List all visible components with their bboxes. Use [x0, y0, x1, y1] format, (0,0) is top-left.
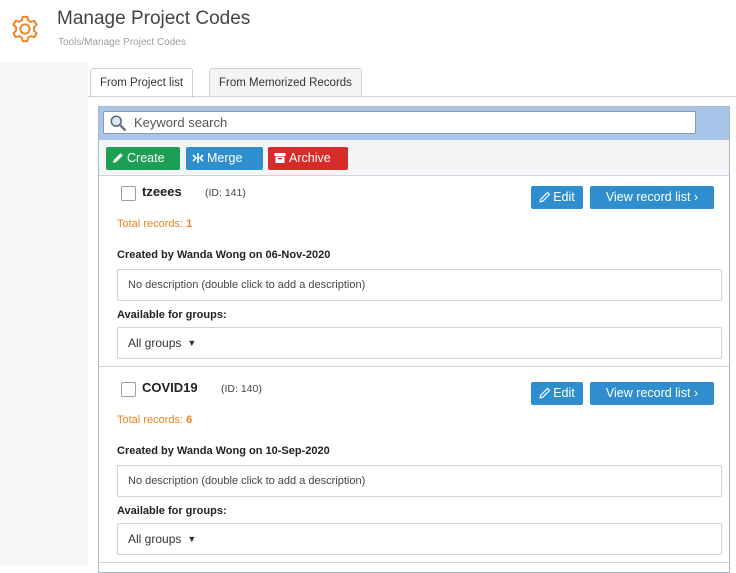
- page-title: Manage Project Codes: [57, 8, 251, 29]
- project-record: tzeees (ID: 141) Edit View record list ›…: [99, 176, 729, 367]
- pencil-icon: [113, 153, 123, 163]
- groups-dropdown-value: All groups: [128, 336, 182, 350]
- edit-button[interactable]: Edit: [531, 186, 583, 209]
- pencil-icon: [539, 387, 551, 399]
- breadcrumb[interactable]: Tools/Manage Project Codes: [58, 37, 186, 48]
- record-checkbox[interactable]: [121, 382, 136, 397]
- merge-button[interactable]: Merge: [186, 147, 263, 170]
- project-codes-panel: Create Merge Archive tzeees (ID: 141) Ed…: [98, 106, 730, 573]
- total-records-count: 6: [186, 414, 193, 426]
- total-records-count: 1: [186, 218, 193, 230]
- tab-divider: [88, 96, 736, 97]
- total-records: Total records: 6: [117, 414, 192, 426]
- view-record-list-label: View record list: [605, 190, 691, 204]
- archive-icon: [274, 153, 286, 163]
- groups-dropdown-value: All groups: [128, 532, 182, 546]
- groups-label: Available for groups:: [117, 309, 227, 321]
- groups-dropdown[interactable]: All groups ▼: [117, 523, 722, 555]
- search-bar: [99, 107, 729, 140]
- left-sidebar-strip: [0, 0, 88, 565]
- chevron-right-icon: ›: [693, 190, 699, 204]
- caret-down-icon: ▼: [187, 338, 197, 348]
- record-id: (ID: 140): [221, 383, 262, 395]
- page-header: Manage Project Codes Tools/Manage Projec…: [0, 0, 736, 62]
- view-record-list-label: View record list: [605, 386, 691, 400]
- merge-button-label: Merge: [207, 151, 243, 165]
- create-button[interactable]: Create: [106, 147, 180, 170]
- record-name: COVID19: [142, 380, 198, 395]
- caret-down-icon: ▼: [187, 534, 197, 544]
- search-icon: [110, 115, 126, 131]
- view-record-list-button[interactable]: View record list ›: [590, 186, 714, 209]
- total-records: Total records: 1: [117, 218, 192, 230]
- created-by-text: Created by Wanda Wong on 06-Nov-2020: [117, 249, 331, 261]
- description-field[interactable]: No description (double click to add a de…: [117, 465, 722, 497]
- edit-button[interactable]: Edit: [531, 382, 583, 405]
- description-field[interactable]: No description (double click to add a de…: [117, 269, 722, 301]
- edit-button-label: Edit: [553, 190, 575, 204]
- gear-icon: [12, 15, 38, 43]
- edit-button-label: Edit: [553, 386, 575, 400]
- created-by-text: Created by Wanda Wong on 10-Sep-2020: [117, 445, 330, 457]
- total-records-label: Total records:: [117, 218, 184, 230]
- record-id: (ID: 141): [205, 187, 246, 199]
- groups-dropdown[interactable]: All groups ▼: [117, 327, 722, 359]
- tab-from-memorized-records[interactable]: From Memorized Records: [209, 68, 362, 97]
- record-checkbox[interactable]: [121, 186, 136, 201]
- archive-button[interactable]: Archive: [268, 147, 348, 170]
- tab-from-project-list[interactable]: From Project list: [90, 68, 194, 98]
- action-toolbar: Create Merge Archive: [99, 140, 729, 176]
- archive-button-label: Archive: [289, 151, 331, 165]
- search-input[interactable]: [103, 111, 696, 134]
- total-records-label: Total records:: [117, 414, 184, 426]
- project-record: COVID19 (ID: 140) Edit View record list …: [99, 372, 729, 563]
- groups-label: Available for groups:: [117, 505, 227, 517]
- tab-bar: From Project list From Memorized Records: [88, 68, 736, 98]
- record-name: tzeees: [142, 184, 182, 199]
- merge-icon: [192, 153, 204, 163]
- create-button-label: Create: [127, 151, 165, 165]
- chevron-right-icon: ›: [693, 386, 699, 400]
- view-record-list-button[interactable]: View record list ›: [590, 382, 714, 405]
- pencil-icon: [539, 191, 551, 203]
